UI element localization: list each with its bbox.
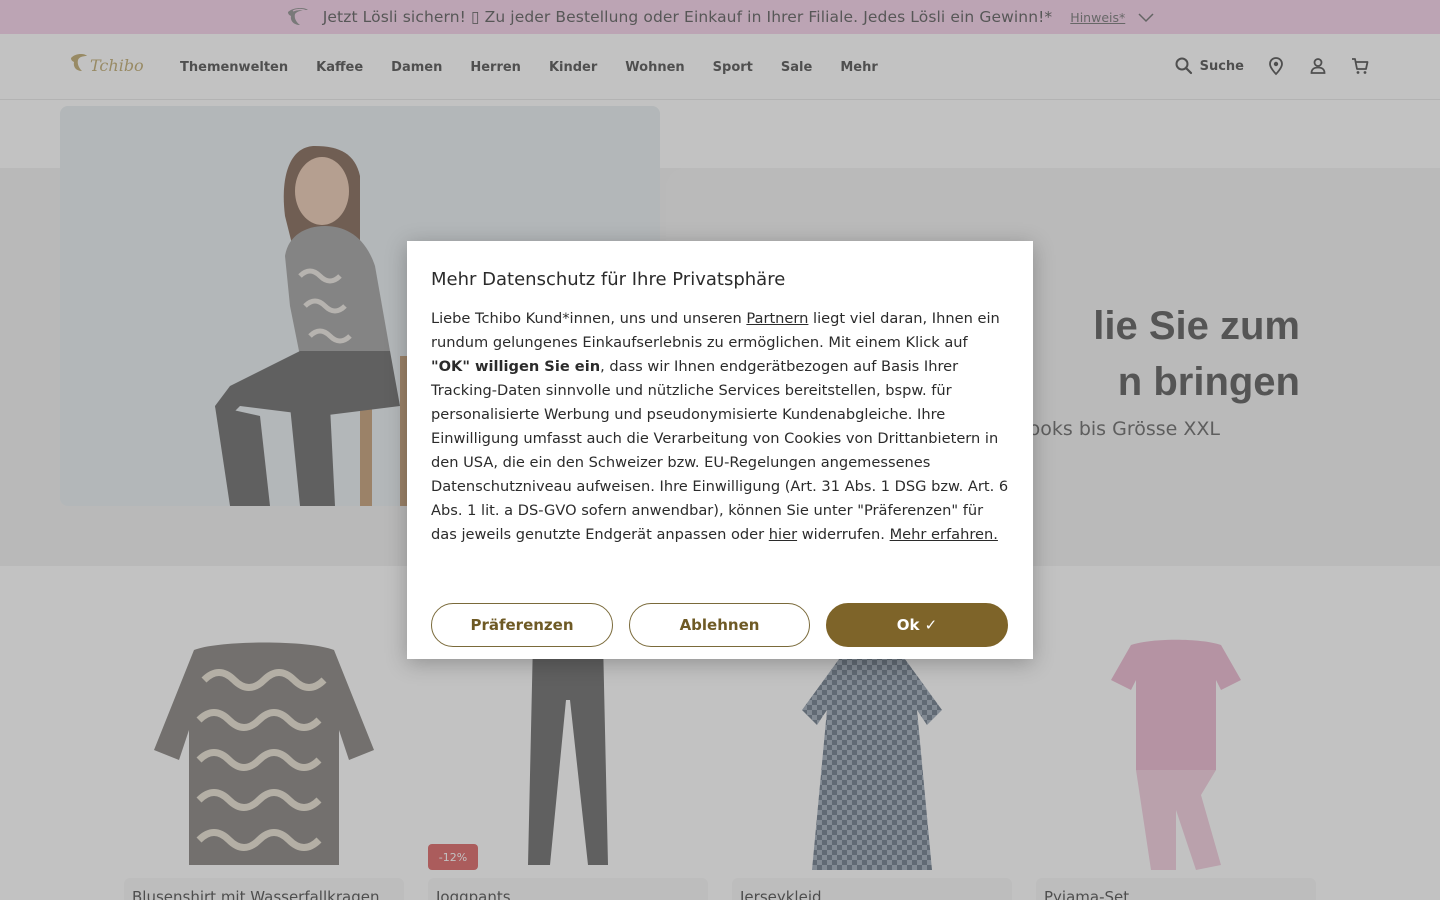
revoke-here-link[interactable]: hier: [769, 526, 797, 543]
partners-link[interactable]: Partnern: [746, 310, 808, 327]
consent-text-part: Liebe Tchibo Kund*innen, uns und unseren: [431, 310, 747, 327]
consent-text: Liebe Tchibo Kund*innen, uns und unseren…: [431, 307, 1011, 547]
decline-button[interactable]: Ablehnen: [629, 603, 810, 647]
consent-bold-text: "OK" willigen Sie ein: [431, 358, 601, 375]
consent-title: Mehr Datenschutz für Ihre Privatsphäre: [431, 269, 786, 290]
preferences-button[interactable]: Präferenzen: [431, 603, 613, 647]
cookie-consent-dialog: Mehr Datenschutz für Ihre Privatsphäre L…: [407, 241, 1033, 659]
consent-text-part: , dass wir Ihnen endgerätbezogen auf Bas…: [431, 358, 1009, 543]
learn-more-link[interactable]: Mehr erfahren.: [890, 526, 998, 543]
consent-text-part: widerrufen.: [797, 526, 890, 543]
ok-button[interactable]: Ok ✓: [826, 603, 1008, 647]
